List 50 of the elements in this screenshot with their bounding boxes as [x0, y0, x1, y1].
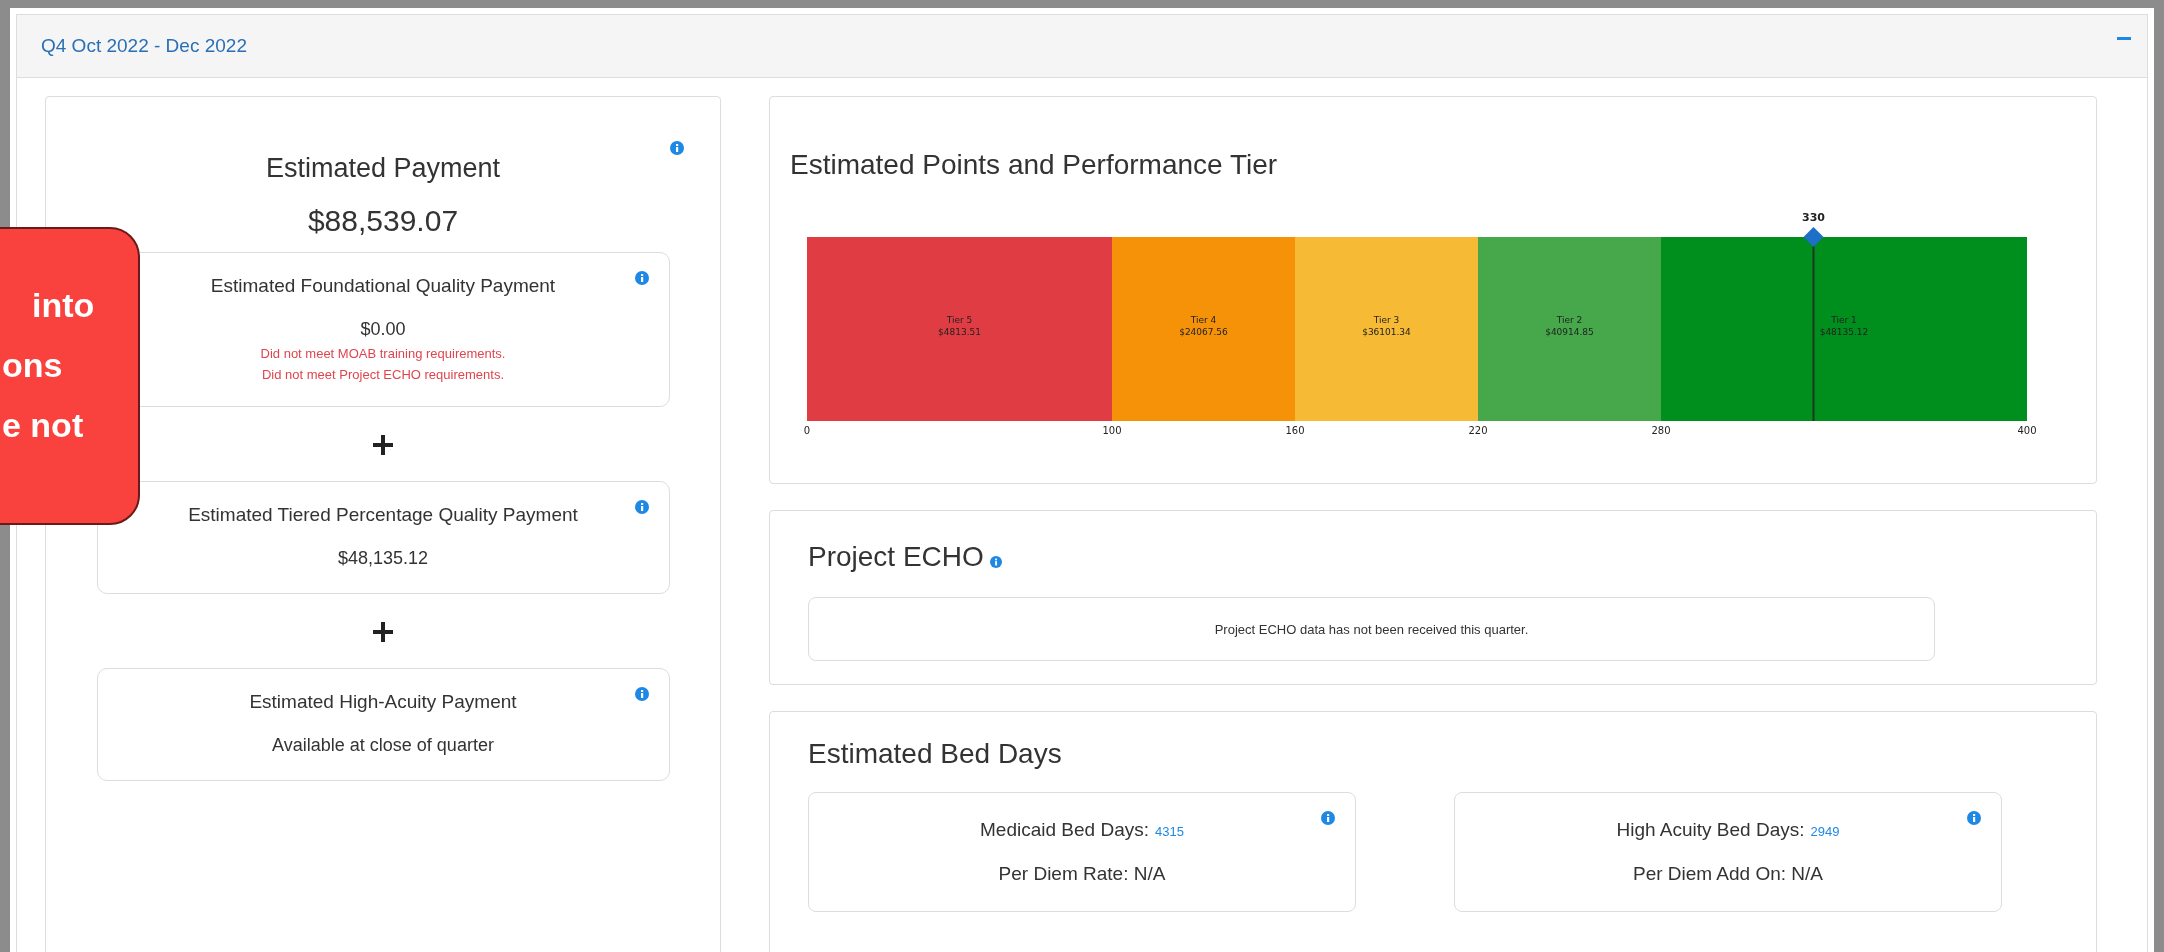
card-title: Estimated Tiered Percentage Quality Payment — [188, 504, 578, 526]
warning-text: Did not meet MOAB training requirements. — [260, 346, 506, 361]
score-label: 330 — [1802, 211, 1825, 224]
info-icon[interactable] — [989, 556, 1002, 568]
card-title: Estimated Foundational Quality Payment — [210, 275, 556, 297]
axis-tick: 280 — [1651, 425, 1671, 436]
tier-label: Tier 2 — [1556, 315, 1583, 325]
tier-label: Tier 4 — [1190, 315, 1217, 325]
payment-value: Available at close of quarter — [272, 735, 494, 756]
info-icon[interactable] — [1967, 811, 1981, 825]
info-icon[interactable] — [634, 271, 649, 285]
chart-title: Estimated Points and Performance Tier — [789, 149, 1279, 181]
plus-icon — [373, 435, 393, 455]
tier-amount: $48135.12 — [1819, 327, 1869, 337]
card-title: Estimated High-Acuity Payment — [249, 691, 517, 713]
axis-tick: 100 — [1102, 425, 1122, 436]
info-icon[interactable] — [634, 687, 649, 701]
info-icon[interactable] — [634, 500, 649, 514]
tier-label: Tier 5 — [946, 315, 973, 325]
tier-label: Tier 3 — [1373, 315, 1400, 325]
info-icon[interactable] — [1321, 811, 1335, 825]
callout-text: ons — [2, 345, 63, 386]
tier-amount: $40914.85 — [1545, 327, 1594, 337]
callout-text: into — [32, 285, 95, 326]
plus-icon — [373, 622, 393, 642]
axis-tick: 400 — [2017, 425, 2037, 436]
section-title: Estimated Bed Days — [808, 738, 1063, 770]
axis-tick: 0 — [803, 425, 811, 436]
panel-title[interactable]: Q4 Oct 2022 - Dec 2022 — [41, 35, 247, 57]
tier-label: Tier 1 — [1831, 315, 1857, 325]
payment-amount: $88,539.07 — [307, 204, 459, 238]
axis-tick: 160 — [1285, 425, 1305, 436]
section-title: Project ECHO — [808, 541, 984, 573]
card-title: Estimated Payment — [265, 153, 501, 184]
bed-days-count[interactable]: 4315 — [1155, 824, 1184, 839]
tier-amount: $36101.34 — [1362, 327, 1411, 337]
bed-days-label: High Acuity Bed Days: — [1616, 819, 1805, 841]
tier-amount: $24067.56 — [1179, 327, 1228, 337]
bed-days-count[interactable]: 2949 — [1810, 824, 1840, 839]
info-icon[interactable] — [670, 141, 684, 155]
callout-text: e not — [2, 405, 84, 446]
rate-text: Per Diem Add On: N/A — [1632, 863, 1824, 885]
payment-value: $48,135.12 — [337, 548, 429, 569]
tier-amount: $4813.51 — [938, 327, 981, 337]
payment-value: $0.00 — [360, 319, 406, 340]
bed-days-label: Medicaid Bed Days: — [980, 819, 1149, 841]
info-message: Project ECHO data has not been received this quarter. — [808, 597, 1935, 661]
axis-tick: 220 — [1468, 425, 1488, 436]
rate-text: Per Diem Rate: N/A — [998, 863, 1166, 885]
warning-text: Did not meet Project ECHO requirements. — [261, 367, 504, 382]
